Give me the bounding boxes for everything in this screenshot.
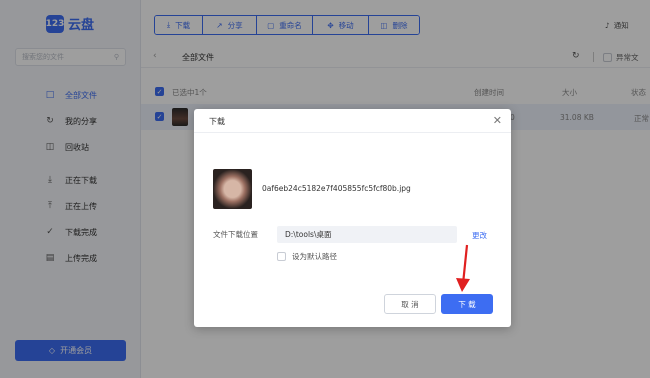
arrow-shaft — [461, 244, 469, 285]
arrow-head — [456, 278, 470, 292]
annotation-arrow — [456, 244, 470, 292]
